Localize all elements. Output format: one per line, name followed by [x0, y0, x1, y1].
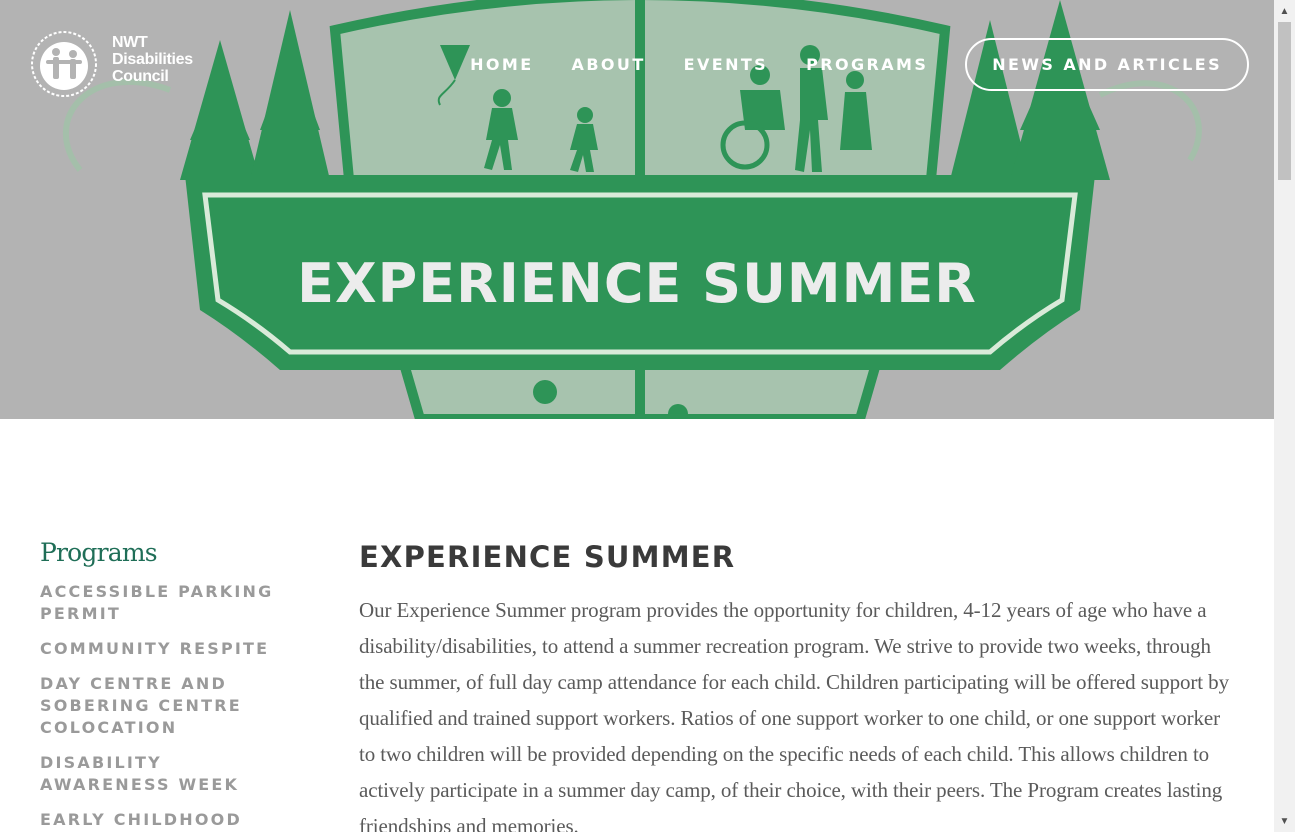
vertical-scrollbar[interactable]: ▲ ▼	[1274, 0, 1295, 832]
page-title: EXPERIENCE SUMMER	[359, 540, 736, 574]
page: EXPERIENCE SUMMER NWT Disabilities Counc…	[0, 0, 1274, 832]
site-logo[interactable]: NWT Disabilities Council	[28, 24, 208, 104]
sidebar-title: Programs	[40, 538, 158, 567]
logo-emblem-icon	[31, 31, 97, 97]
content-area: Programs ACCESSIBLE PARKING PERMIT COMMU…	[0, 419, 1274, 832]
nav-home[interactable]: HOME	[470, 55, 533, 74]
logo-wordmark: NWT Disabilities Council	[112, 34, 193, 85]
programs-sidebar: Programs ACCESSIBLE PARKING PERMIT COMMU…	[40, 538, 300, 832]
hero-banner-text: EXPERIENCE SUMMER	[297, 252, 977, 315]
sidebar-item-early-childhood[interactable]: EARLY CHILDHOOD	[40, 809, 300, 831]
main-navigation: HOME ABOUT EVENTS PROGRAMS NEWS AND ARTI…	[432, 37, 1249, 91]
scroll-up-arrow-icon[interactable]: ▲	[1274, 0, 1295, 22]
hero-banner: EXPERIENCE SUMMER NWT Disabilities Counc…	[0, 0, 1274, 419]
nav-news-and-articles-button[interactable]: NEWS AND ARTICLES	[965, 37, 1249, 91]
nav-about[interactable]: ABOUT	[572, 55, 646, 74]
sidebar-item-day-centre-sobering-centre[interactable]: DAY CENTRE AND SOBERING CENTRE COLOCATIO…	[40, 673, 300, 739]
nav-events[interactable]: EVENTS	[684, 55, 768, 74]
sidebar-item-community-respite[interactable]: COMMUNITY RESPITE	[40, 638, 300, 660]
scroll-down-arrow-icon[interactable]: ▼	[1274, 810, 1295, 832]
nav-programs[interactable]: PROGRAMS	[806, 55, 928, 74]
logo-line-2: Disabilities	[112, 51, 193, 68]
article-paragraph: Our Experience Summer program provides t…	[359, 598, 1229, 832]
logo-line-3: Council	[112, 68, 169, 85]
sidebar-item-disability-awareness-week[interactable]: DISABILITY AWARENESS WEEK	[40, 752, 300, 796]
main-article: EXPERIENCE SUMMER Our Experience Summer …	[359, 540, 1239, 832]
logo-line-1: NWT	[112, 34, 148, 51]
scrollbar-thumb[interactable]	[1278, 22, 1291, 180]
sidebar-item-accessible-parking-permit[interactable]: ACCESSIBLE PARKING PERMIT	[40, 581, 300, 625]
